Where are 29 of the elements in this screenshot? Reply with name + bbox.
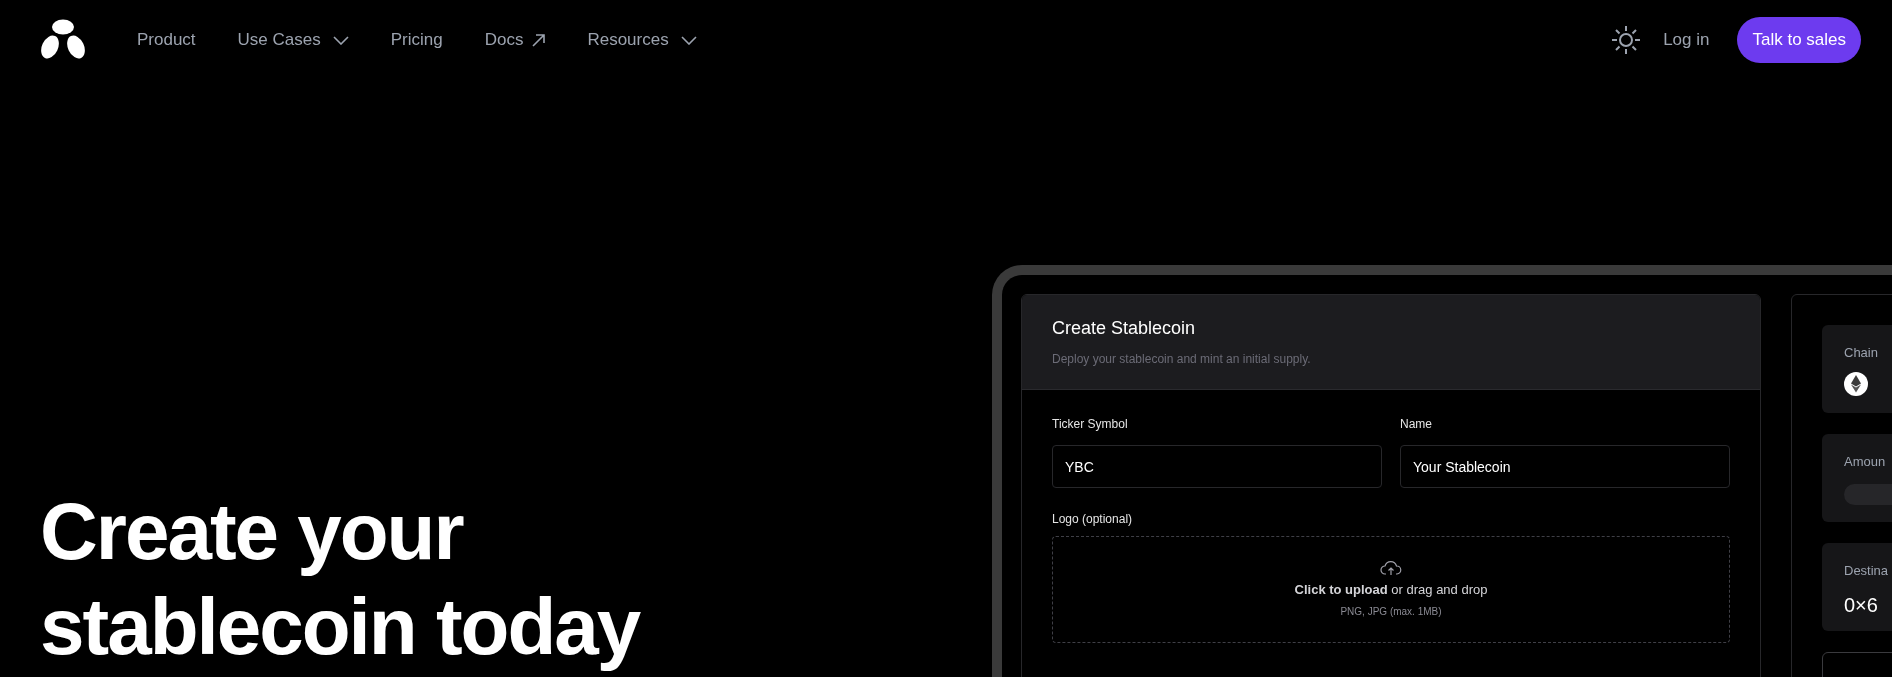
card-label: Destina (1844, 562, 1889, 580)
theme-toggle-icon[interactable] (1611, 25, 1642, 55)
input-field[interactable]: YBC (1052, 445, 1382, 488)
upload-dropzone[interactable]: Click to upload or drag and drop PNG, JPG (max. 1MB) (1052, 536, 1730, 643)
login-link[interactable]: Log in (1663, 27, 1710, 53)
card-label: Amoun (1844, 453, 1886, 471)
external-link-icon (532, 33, 546, 47)
form-subtitle: Deploy your stablecoin and mint an initial supply. (1052, 351, 1312, 368)
nav-link[interactable]: Product (137, 27, 196, 53)
chevron-down-icon (680, 35, 697, 45)
upload-prompt: Click to upload or drag and drop (1294, 580, 1488, 599)
card-label: Chain (1844, 344, 1878, 362)
nav-link[interactable]: Use Cases (237, 27, 349, 53)
cloud-upload-icon (1380, 559, 1402, 576)
chevron-down-icon (332, 35, 349, 45)
ethereum-icon (1844, 371, 1868, 396)
field-label: Ticker Symbol (1052, 416, 1129, 433)
upload-hint: PNG, JPG (max. 1MB) (1340, 605, 1442, 620)
field-label: Logo (optional) (1052, 511, 1134, 528)
form-title: Create Stablecoin (1052, 317, 1197, 340)
address-text: 0×6 (1844, 592, 1878, 618)
hero-title: Create your stablecoin today (40, 486, 640, 673)
nav-link[interactable]: Pricing (390, 27, 443, 53)
nav-link[interactable]: Docs (484, 27, 546, 53)
nav-link[interactable]: Resources (587, 27, 697, 53)
logo-icon[interactable] (40, 19, 86, 61)
field-label: Name (1400, 416, 1433, 433)
talk-to-sales-button[interactable]: Talk to sales (1737, 17, 1861, 63)
input-field[interactable]: Your Stablecoin (1400, 445, 1730, 488)
